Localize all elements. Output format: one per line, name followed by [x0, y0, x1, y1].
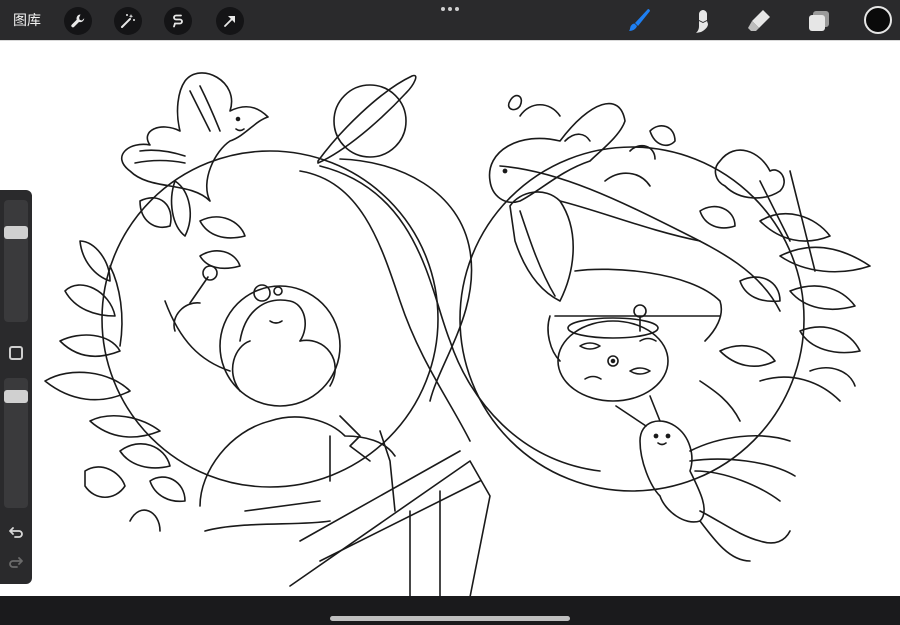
brush-opacity-slider[interactable] [4, 378, 28, 508]
top-toolbar: 图库 [0, 0, 900, 40]
smudge-icon[interactable] [686, 6, 716, 36]
gallery-button[interactable]: 图库 [13, 10, 41, 30]
line-art-illustration [44, 72, 871, 597]
color-picker-swatch[interactable] [864, 6, 892, 34]
more-options-icon[interactable] [440, 5, 460, 13]
undo-icon[interactable] [6, 522, 26, 542]
eraser-icon[interactable] [744, 6, 774, 36]
brush-sidebar [0, 190, 32, 584]
redo-icon[interactable] [6, 552, 26, 572]
layers-icon[interactable] [804, 6, 834, 36]
drawing-canvas[interactable] [0, 40, 900, 597]
wrench-icon[interactable] [64, 7, 92, 35]
left-circle-line [101, 150, 439, 488]
magic-wand-icon[interactable] [114, 7, 142, 35]
planet-line [333, 84, 407, 158]
brush-size-slider[interactable] [4, 200, 28, 322]
brush-size-thumb[interactable] [4, 226, 28, 239]
square-modify-icon[interactable] [9, 346, 23, 360]
home-indicator[interactable] [330, 616, 570, 621]
brush-opacity-thumb[interactable] [4, 390, 28, 403]
brush-icon[interactable] [624, 6, 654, 36]
selection-icon[interactable] [164, 7, 192, 35]
transform-arrow-icon[interactable] [216, 7, 244, 35]
